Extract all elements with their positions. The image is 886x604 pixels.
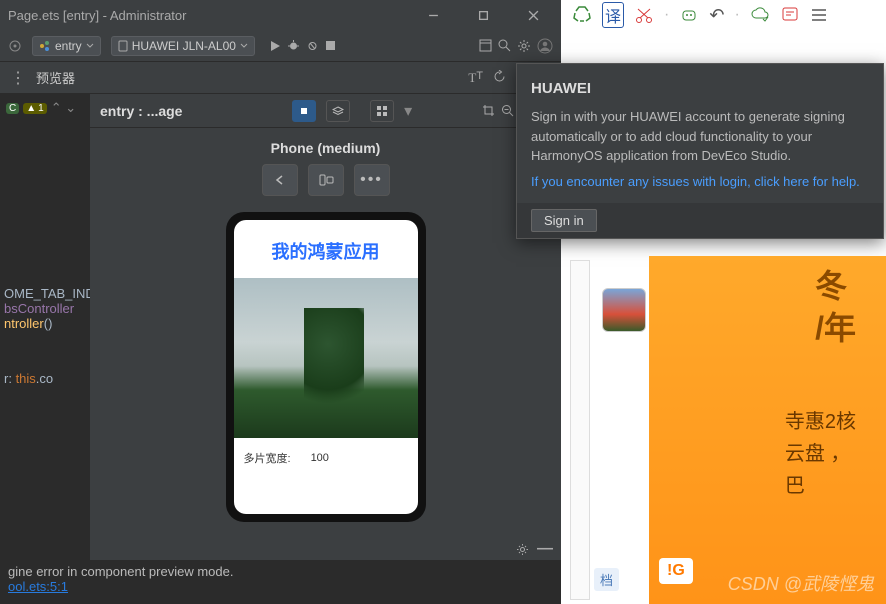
maximize-button[interactable]: [463, 0, 503, 30]
app-title: 我的鸿蒙应用: [234, 220, 418, 278]
menu-icon[interactable]: [810, 6, 828, 24]
collapse-icon[interactable]: —: [537, 540, 553, 558]
close-button[interactable]: [513, 0, 553, 30]
console-line: gine error in component preview mode.: [8, 564, 553, 579]
run-button[interactable]: [269, 40, 281, 52]
workspace: C ▲ 1 ⌃ ⌄ OME_TAB_IND bsController ntrol…: [0, 94, 561, 560]
code-line: bsController: [4, 301, 90, 316]
gear-icon[interactable]: [516, 543, 529, 556]
titlebar-title: Page.ets [entry] - Administrator: [8, 8, 413, 23]
slider-row: 多片宽度: 100: [234, 438, 418, 466]
text-size-icon[interactable]: TT: [468, 70, 483, 86]
preview-panel: entry : ...age ▾ Phone (medium): [90, 94, 561, 560]
ide-window: Page.ets [entry] - Administrator entry H…: [0, 0, 561, 604]
app-screen: 我的鸿蒙应用 多片宽度: 100: [234, 220, 418, 514]
module-selector[interactable]: entry: [32, 36, 101, 56]
device-label: Phone (medium): [271, 140, 381, 156]
sidebar-bg: [570, 260, 590, 600]
design-mode-button[interactable]: [292, 100, 316, 122]
phone-frame: 我的鸿蒙应用 多片宽度: 100: [226, 212, 426, 522]
popup-help-link[interactable]: If you encounter any issues with login, …: [531, 174, 860, 189]
module-name: entry: [55, 39, 82, 53]
code-line: OME_TAB_IND: [4, 286, 90, 301]
tab-chip[interactable]: 档: [594, 568, 619, 591]
bot-icon[interactable]: [679, 5, 699, 25]
warning-badge[interactable]: ▲ 1: [23, 103, 46, 114]
recycle-icon[interactable]: [572, 5, 592, 25]
preview-label: 预览器: [36, 68, 75, 87]
code-badge: C: [6, 103, 19, 114]
back-button[interactable]: [262, 164, 298, 196]
ad-line: 巴: [785, 470, 856, 502]
overflow-icon[interactable]: ⋮: [10, 68, 26, 88]
crop-icon[interactable]: [482, 104, 495, 117]
ad-banner[interactable]: 冬 /年 寺惠2核 云盘 ， 巴 !G: [649, 256, 886, 604]
locate-icon[interactable]: [8, 39, 22, 53]
ad-line: 云盘 ，: [785, 438, 856, 470]
note-icon[interactable]: [780, 5, 800, 25]
ad-line: /年: [815, 308, 856, 350]
signin-popup: HUAWEI Sign in with your HUAWEI account …: [516, 63, 884, 239]
grid-button[interactable]: [370, 100, 394, 122]
debug-button[interactable]: [287, 39, 300, 52]
main-toolbar: entry HUAWEI JLN-AL00: [0, 30, 561, 62]
avatar-thumb[interactable]: [602, 288, 646, 332]
undo-icon[interactable]: ↶: [709, 5, 724, 26]
code-editor[interactable]: C ▲ 1 ⌃ ⌄ OME_TAB_IND bsController ntrol…: [0, 94, 90, 560]
popup-body: Sign in with your HUAWEI account to gene…: [517, 107, 883, 172]
refresh-icon[interactable]: [493, 70, 506, 86]
ad-line: 冬: [815, 266, 856, 308]
preview-bottombar: —: [90, 538, 561, 560]
slider-value: 100: [311, 452, 329, 464]
titlebar: Page.ets [entry] - Administrator: [0, 0, 561, 30]
layers-button[interactable]: [326, 100, 350, 122]
more-button[interactable]: •••: [354, 164, 390, 196]
ad-badge: !G: [659, 558, 693, 584]
chevron-down-icon: [86, 42, 94, 50]
device-selector[interactable]: HUAWEI JLN-AL00: [111, 36, 255, 56]
watermark: CSDN @武陵悭鬼: [728, 570, 874, 596]
profile-button[interactable]: [306, 39, 319, 52]
device-name: HUAWEI JLN-AL00: [132, 39, 236, 53]
search-icon[interactable]: [498, 39, 511, 52]
rotate-button[interactable]: [308, 164, 344, 196]
external-toolbar: 译 · ↶ ·: [572, 2, 828, 28]
code-line: ntroller(): [4, 316, 90, 331]
popup-heading: HUAWEI: [517, 64, 883, 107]
translate-icon[interactable]: 译: [602, 2, 624, 28]
cloud-check-icon[interactable]: [750, 5, 770, 25]
chevron-down-icon: [240, 42, 248, 50]
window-controls: [413, 0, 553, 30]
code-line: r: this.co: [4, 371, 90, 386]
console[interactable]: gine error in component preview mode. oo…: [0, 560, 561, 604]
slider-label: 多片宽度:: [244, 450, 291, 466]
preview-tabbar: entry : ...age ▾: [90, 94, 561, 128]
preview-path: entry : ...age: [100, 103, 182, 119]
user-icon[interactable]: [537, 38, 553, 54]
stop-button[interactable]: [325, 40, 336, 51]
window-icon[interactable]: [479, 39, 492, 52]
console-link[interactable]: ool.ets:5:1: [8, 579, 68, 594]
zoom-out-icon[interactable]: [501, 104, 514, 117]
ad-line: 寺惠2核: [785, 406, 856, 438]
app-image: [234, 278, 418, 438]
minimize-button[interactable]: [413, 0, 453, 30]
preview-canvas: Phone (medium) ••• 我的鸿蒙应用 多片宽度: 100: [90, 128, 561, 538]
gear-icon[interactable]: [517, 39, 531, 53]
cut-icon[interactable]: [634, 5, 654, 25]
preview-toolbar: ⋮ 预览器 TT: [0, 62, 561, 94]
device-controls: •••: [262, 164, 390, 196]
signin-button[interactable]: Sign in: [531, 209, 597, 232]
